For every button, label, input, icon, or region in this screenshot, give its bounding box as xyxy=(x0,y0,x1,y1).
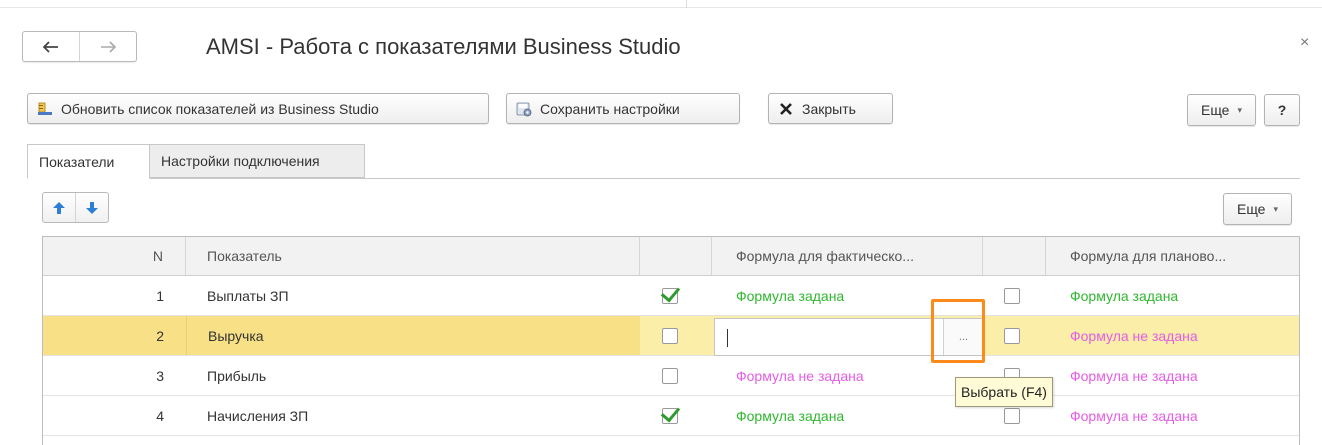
window-close-icon[interactable]: × xyxy=(1300,33,1309,53)
save-settings-label: Сохранить настройки xyxy=(540,100,680,117)
table-row-selected[interactable]: 2 Выручка Формула не задана xyxy=(43,316,1299,356)
select-button-highlight xyxy=(931,299,985,363)
text-cursor xyxy=(727,329,728,347)
table-more-menu-button[interactable]: Еще ▾ xyxy=(1223,193,1292,225)
actual-checkbox-cell xyxy=(640,356,712,395)
plan-formula-cell[interactable]: Формула не задана xyxy=(1046,396,1299,435)
top-separator xyxy=(686,0,687,8)
plan-formula-cell[interactable]: Формула не задана xyxy=(1046,356,1299,395)
indicators-table: N Показатель Формула для фактическо... Ф… xyxy=(42,236,1300,445)
move-down-button[interactable] xyxy=(75,193,108,222)
arrow-up-icon xyxy=(53,201,65,214)
select-tooltip: Выбрать (F4) xyxy=(955,377,1053,407)
row-number: 2 xyxy=(43,316,186,355)
plan-formula-cell[interactable]: Формула не задана xyxy=(1046,316,1299,355)
actual-checkbox[interactable] xyxy=(662,367,678,384)
navigation-buttons xyxy=(22,31,137,62)
tab-bar: Показатели Настройки подключения xyxy=(27,144,365,179)
row-number: 3 xyxy=(156,367,164,384)
list-update-icon xyxy=(37,101,53,117)
back-button[interactable] xyxy=(23,32,79,61)
arrow-left-icon xyxy=(43,40,58,53)
table-header: N Показатель Формула для фактическо... Ф… xyxy=(43,237,1299,276)
tab-indicators[interactable]: Показатели xyxy=(27,144,150,179)
arrow-down-icon xyxy=(86,201,98,214)
indicator-name[interactable]: Начисления ЗП xyxy=(186,396,640,435)
column-header-formula-plan[interactable]: Формула для планово... xyxy=(1046,237,1299,275)
plan-checkbox-cell xyxy=(983,316,1046,355)
row-number: 1 xyxy=(156,287,164,304)
actual-checkbox-cell xyxy=(640,396,712,435)
plan-checkbox[interactable] xyxy=(1004,327,1020,344)
move-buttons xyxy=(42,192,109,223)
actual-checkbox[interactable] xyxy=(662,287,678,304)
actual-checkbox[interactable] xyxy=(662,327,678,344)
indicator-name[interactable]: Выплаты ЗП xyxy=(186,276,640,315)
table-row[interactable]: 3 Прибыль Формула не задана Формула не з… xyxy=(43,356,1299,396)
column-header-formula-actual[interactable]: Формула для фактическо... xyxy=(712,237,983,275)
plan-formula-cell[interactable]: Формула задана xyxy=(1046,276,1299,315)
close-label: Закрыть xyxy=(802,100,856,117)
table-row[interactable]: 1 Выплаты ЗП Формула задана Формула зада… xyxy=(43,276,1299,316)
row-number: 4 xyxy=(156,407,164,424)
actual-formula-cell[interactable]: Формула задана xyxy=(712,396,983,435)
actual-checkbox-cell xyxy=(640,316,712,355)
help-button[interactable]: ? xyxy=(1264,94,1300,126)
top-divider xyxy=(0,0,1322,8)
window-title: AMSI - Работа с показателями Business St… xyxy=(206,34,681,59)
actual-checkbox[interactable] xyxy=(662,407,678,424)
chevron-down-icon: ▾ xyxy=(1237,104,1243,115)
table-row[interactable]: 4 Начисления ЗП Формула задана Формула н… xyxy=(43,396,1299,436)
chevron-down-icon: ▾ xyxy=(1273,203,1279,214)
actual-checkbox-cell xyxy=(640,276,712,315)
table-more-menu-label: Еще xyxy=(1236,201,1266,217)
update-indicators-label: Обновить список показателей из Business … xyxy=(61,100,379,117)
more-menu-button[interactable]: Еще ▾ xyxy=(1187,94,1256,126)
indicator-name[interactable]: Прибыль xyxy=(186,356,640,395)
plan-checkbox[interactable] xyxy=(1004,287,1020,304)
column-header-check-actual[interactable] xyxy=(640,237,712,275)
save-settings-button[interactable]: Сохранить настройки xyxy=(506,93,740,124)
indicator-name[interactable]: Выручка xyxy=(186,316,640,355)
save-settings-icon xyxy=(516,101,532,117)
tab-connection-settings[interactable]: Настройки подключения xyxy=(150,144,365,178)
update-indicators-button[interactable]: Обновить список показателей из Business … xyxy=(27,93,489,124)
move-up-button[interactable] xyxy=(43,193,75,222)
plan-checkbox[interactable] xyxy=(1004,407,1020,424)
column-header-n[interactable]: N xyxy=(43,237,186,275)
close-button[interactable]: Закрыть xyxy=(768,93,893,124)
arrow-right-icon xyxy=(101,40,116,53)
more-menu-label: Еще xyxy=(1200,102,1230,118)
column-header-indicator[interactable]: Показатель xyxy=(186,237,640,275)
forward-button[interactable] xyxy=(79,32,136,61)
close-icon xyxy=(778,101,794,117)
plan-checkbox-cell xyxy=(983,276,1046,315)
tab-divider xyxy=(150,178,1300,179)
column-header-check-plan[interactable] xyxy=(983,237,1046,275)
